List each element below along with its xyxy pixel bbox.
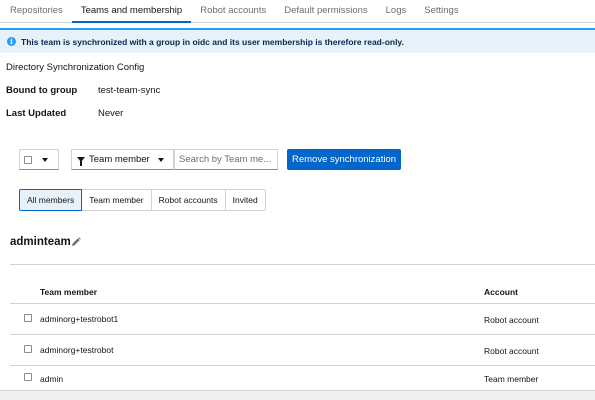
bound-to-group-value: test-team-sync bbox=[98, 85, 161, 96]
remove-synchronization-button[interactable]: Remove synchronization bbox=[287, 149, 401, 170]
tab-repositories[interactable]: Repositories bbox=[0, 0, 72, 23]
row-checkbox[interactable] bbox=[24, 373, 32, 381]
alert-message: This team is synchronized with a group i… bbox=[21, 36, 404, 47]
tab-settings[interactable]: Settings bbox=[415, 0, 467, 23]
bulk-select-checkbox[interactable] bbox=[24, 155, 32, 164]
member-filter-toggle-group: All members Team member Robot accounts I… bbox=[19, 189, 266, 211]
toggle-all-members[interactable]: All members bbox=[19, 189, 83, 211]
column-header-account: Account bbox=[484, 287, 518, 297]
table-cell-member: adminorg+testrobot1 bbox=[40, 314, 119, 324]
filter-type-label: Team member bbox=[89, 154, 150, 165]
tab-robot-accounts[interactable]: Robot accounts bbox=[191, 0, 275, 23]
table-cell-account: Team member bbox=[484, 374, 539, 384]
row-checkbox[interactable] bbox=[24, 314, 32, 322]
table-cell-account: Robot account bbox=[484, 315, 539, 325]
tab-default-permissions[interactable]: Default permissions bbox=[275, 0, 376, 23]
tab-bar: Repositories Teams and membership Robot … bbox=[0, 0, 595, 23]
table-cell-account: Robot account bbox=[484, 346, 539, 356]
last-updated-value: Never bbox=[98, 108, 124, 119]
tab-teams-and-membership[interactable]: Teams and membership bbox=[71, 0, 192, 23]
table-cell-member: adminorg+testrobot bbox=[40, 345, 114, 355]
table-header-divider bbox=[10, 303, 595, 304]
chevron-down-icon bbox=[157, 157, 164, 162]
filter-type-select[interactable]: Team member bbox=[71, 149, 174, 170]
pencil-icon[interactable] bbox=[71, 237, 81, 247]
section-divider bbox=[10, 264, 595, 265]
table-cell-member: admin bbox=[40, 374, 64, 384]
filter-icon bbox=[77, 157, 85, 166]
sync-info-alert: i This team is synchronized with a group… bbox=[0, 28, 595, 53]
search-input[interactable] bbox=[174, 149, 278, 170]
info-icon: i bbox=[7, 37, 16, 46]
toggle-team-member[interactable]: Team member bbox=[81, 189, 152, 211]
toggle-invited[interactable]: Invited bbox=[224, 189, 266, 211]
table-row-divider bbox=[10, 365, 595, 366]
toggle-robot-accounts[interactable]: Robot accounts bbox=[150, 189, 226, 211]
scrollbar-track[interactable] bbox=[0, 390, 595, 400]
chevron-down-icon bbox=[42, 157, 48, 162]
tab-logs[interactable]: Logs bbox=[377, 0, 416, 23]
bulk-select-dropdown[interactable] bbox=[19, 149, 59, 170]
sync-config-heading: Directory Synchronization Config bbox=[6, 62, 145, 73]
column-header-team-member: Team member bbox=[40, 287, 98, 297]
team-name: adminteam bbox=[10, 236, 71, 248]
bound-to-group-label: Bound to group bbox=[6, 85, 78, 96]
last-updated-label: Last Updated bbox=[6, 108, 67, 119]
table-row-divider bbox=[10, 334, 595, 335]
row-checkbox[interactable] bbox=[24, 345, 32, 353]
